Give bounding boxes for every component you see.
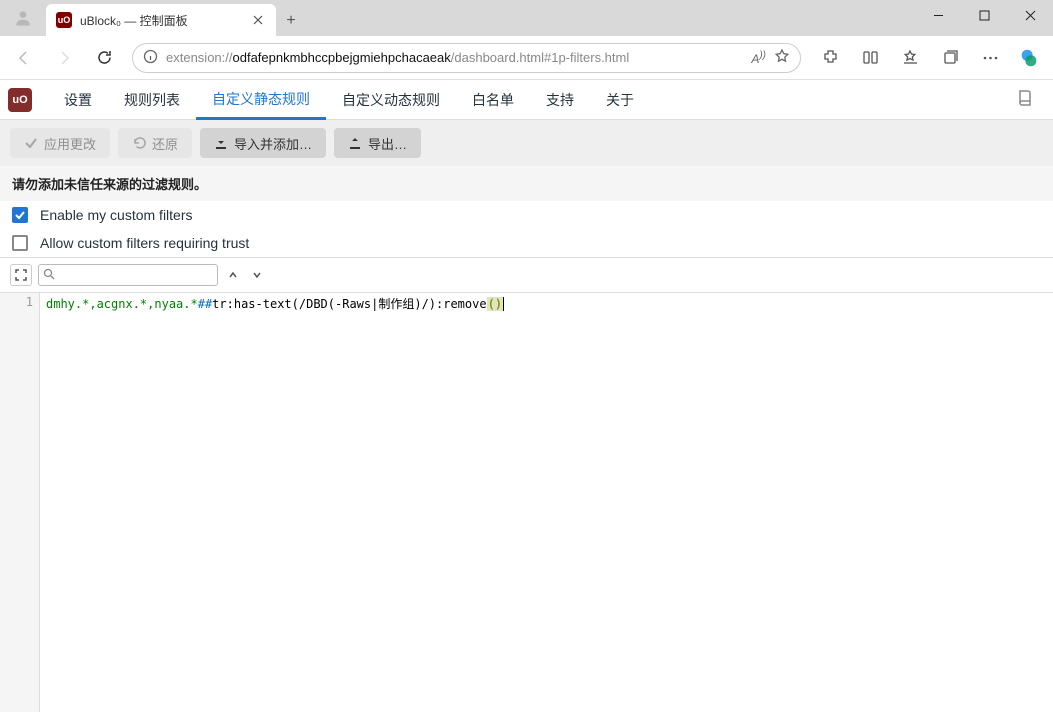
address-bar[interactable]: extension://odfafepnkmbhccpbejgmiehpchac… [132, 43, 801, 73]
tab-filter-lists[interactable]: 规则列表 [108, 80, 196, 120]
editor-gutter: 1 [0, 293, 40, 712]
revert-button[interactable]: 还原 [118, 128, 192, 158]
site-info-icon[interactable] [143, 49, 158, 67]
favorites-bar-icon[interactable] [891, 42, 929, 74]
warning-text: 请勿添加未信任来源的过滤规则。 [0, 166, 1053, 201]
filter-editor[interactable]: 1 dmhy.*,acgnx.*,nyaa.*##tr:has-text(/DB… [0, 292, 1053, 712]
new-tab-button[interactable]: + [276, 6, 306, 36]
search-prev-button[interactable] [224, 266, 242, 284]
close-tab-button[interactable] [250, 12, 266, 28]
forward-button [46, 42, 82, 74]
checkbox-checked-icon [12, 207, 28, 223]
tab-my-filters[interactable]: 自定义静态规则 [196, 80, 326, 120]
back-button[interactable] [6, 42, 42, 74]
browser-tab[interactable]: uO uBlock₀ — 控制面板 [46, 4, 276, 36]
extensions-icon[interactable] [811, 42, 849, 74]
enable-filters-label: Enable my custom filters [40, 207, 193, 223]
import-button[interactable]: 导入并添加… [200, 128, 326, 158]
search-next-button[interactable] [248, 266, 266, 284]
minimize-button[interactable] [915, 0, 961, 30]
profile-button[interactable] [0, 0, 46, 36]
apply-changes-button[interactable]: 应用更改 [10, 128, 110, 158]
editor-search-input[interactable] [38, 264, 218, 286]
tab-whitelist[interactable]: 白名单 [456, 80, 530, 120]
ublock-logo-icon: uO [8, 88, 32, 112]
collections-icon[interactable] [931, 42, 969, 74]
refresh-button[interactable] [86, 42, 122, 74]
editor-content[interactable]: dmhy.*,acgnx.*,nyaa.*##tr:has-text(/DBD(… [40, 293, 1053, 712]
tab-title: uBlock₀ — 控制面板 [80, 12, 242, 29]
url-text: extension://odfafepnkmbhccpbejgmiehpchac… [166, 50, 743, 65]
tab-my-rules[interactable]: 自定义动态规则 [326, 80, 456, 120]
allow-trust-label: Allow custom filters requiring trust [40, 235, 249, 251]
copilot-icon[interactable] [1011, 42, 1047, 74]
reader-mode-icon[interactable]: A)) [751, 50, 766, 66]
maximize-button[interactable] [961, 0, 1007, 30]
fullscreen-toggle-button[interactable] [10, 264, 32, 286]
docs-icon[interactable] [1005, 88, 1045, 111]
close-window-button[interactable] [1007, 0, 1053, 30]
tab-about[interactable]: 关于 [590, 80, 650, 120]
tab-support[interactable]: 支持 [530, 80, 590, 120]
favorite-icon[interactable] [774, 48, 790, 67]
export-button[interactable]: 导出… [334, 128, 421, 158]
allow-trust-checkbox[interactable]: Allow custom filters requiring trust [0, 229, 1053, 257]
split-screen-icon[interactable] [851, 42, 889, 74]
ublock-favicon-icon: uO [56, 12, 72, 28]
tab-settings[interactable]: 设置 [48, 80, 108, 120]
more-menu-icon[interactable] [971, 42, 1009, 74]
enable-filters-checkbox[interactable]: Enable my custom filters [0, 201, 1053, 229]
checkbox-unchecked-icon [12, 235, 28, 251]
